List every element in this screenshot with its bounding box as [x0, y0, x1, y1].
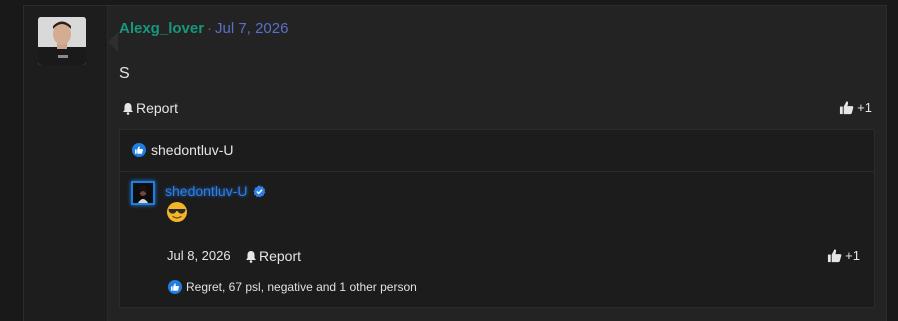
reply-actions: Jul 8, 2026 Report +1	[167, 248, 860, 266]
bell-icon	[246, 250, 256, 263]
report-label: Report	[136, 100, 179, 116]
reply-date[interactable]: Jul 8, 2026	[167, 248, 231, 263]
thumbs-up-icon	[840, 101, 854, 115]
post-header: Alexg_lover · Jul 7, 2026	[119, 20, 288, 37]
sunglasses-face-icon	[167, 202, 187, 222]
like-badge-icon	[132, 143, 146, 157]
thumbs-up-icon	[828, 249, 842, 263]
like-count: +1	[857, 100, 872, 115]
like-button[interactable]: +1	[839, 100, 872, 115]
verified-badge-icon	[252, 184, 265, 197]
reply-avatar[interactable]	[131, 181, 155, 205]
post-body: S	[119, 65, 130, 82]
reply-username-row: shedontluv-U	[165, 183, 266, 199]
reply-report-label: Report	[259, 248, 302, 264]
reply-header: shedontluv-U	[132, 142, 234, 158]
sunglasses-emoji-icon	[166, 201, 188, 228]
reply-avatar-image	[133, 183, 153, 203]
post-date[interactable]: Jul 7, 2026	[215, 20, 288, 37]
sidebar-arrow	[108, 32, 118, 52]
reply-report-button[interactable]: Report	[245, 248, 301, 264]
header-separator: ·	[207, 20, 213, 37]
reply-like-button[interactable]: +1	[827, 248, 860, 263]
reply-divider	[120, 171, 874, 172]
post-username[interactable]: Alexg_lover	[119, 20, 204, 37]
reply-section: shedontluv-U shedontluv-U Jul 8, 2026 Re…	[119, 129, 875, 308]
bell-icon	[123, 102, 133, 115]
report-button[interactable]: Report	[122, 100, 178, 116]
post-container: Alexg_lover · Jul 7, 2026 S Report +1 sh…	[23, 5, 887, 321]
reply-username[interactable]: shedontluv-U	[165, 183, 248, 199]
post-user-sidebar	[24, 6, 108, 321]
avatar-image	[38, 17, 86, 65]
avatar[interactable]	[38, 17, 86, 65]
reactions-summary[interactable]: Regret, 67 psl, negative and 1 other per…	[168, 280, 417, 294]
reply-like-count: +1	[845, 248, 860, 263]
post-actions: Report +1	[119, 100, 872, 118]
like-badge-icon	[168, 280, 182, 294]
reactions-text: Regret, 67 psl, negative and 1 other per…	[186, 280, 417, 294]
reply-header-user[interactable]: shedontluv-U	[151, 142, 234, 158]
